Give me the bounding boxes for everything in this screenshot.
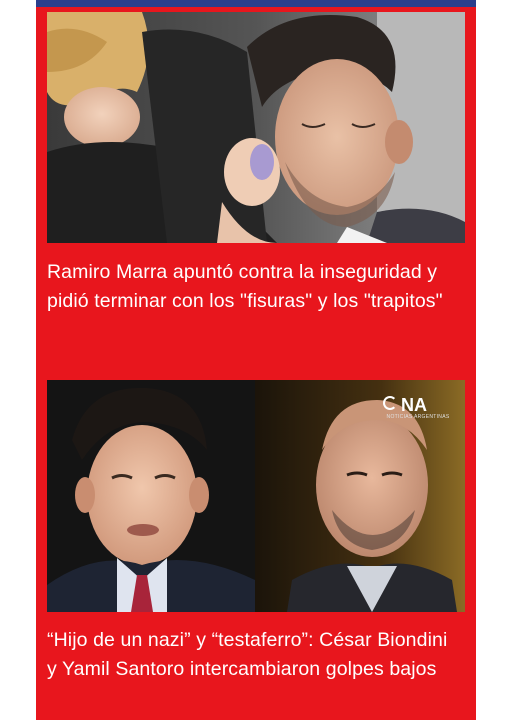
logo-ring-icon — [383, 396, 397, 410]
article-photo[interactable]: NA NOTICIAS ARGENTINAS — [47, 380, 465, 612]
article-photo[interactable] — [47, 12, 465, 243]
logo-subtitle: NOTICIAS ARGENTINAS — [386, 414, 450, 420]
news-agency-watermark: NA NOTICIAS ARGENTINAS — [383, 395, 453, 421]
top-nav-bar-edge — [36, 0, 476, 7]
news-card[interactable]: Ramiro Marra apuntó contra la insegurida… — [36, 7, 476, 367]
logo-brand: NA — [401, 395, 427, 415]
news-feed: Ramiro Marra apuntó contra la insegurida… — [36, 7, 476, 720]
news-card[interactable]: NA NOTICIAS ARGENTINAS “Hijo de un nazi”… — [36, 375, 476, 720]
man-receiving-makeup-photo — [47, 12, 465, 243]
article-headline[interactable]: “Hijo de un nazi” y “testaferro”: César … — [47, 626, 462, 684]
article-headline[interactable]: Ramiro Marra apuntó contra la insegurida… — [47, 258, 462, 316]
